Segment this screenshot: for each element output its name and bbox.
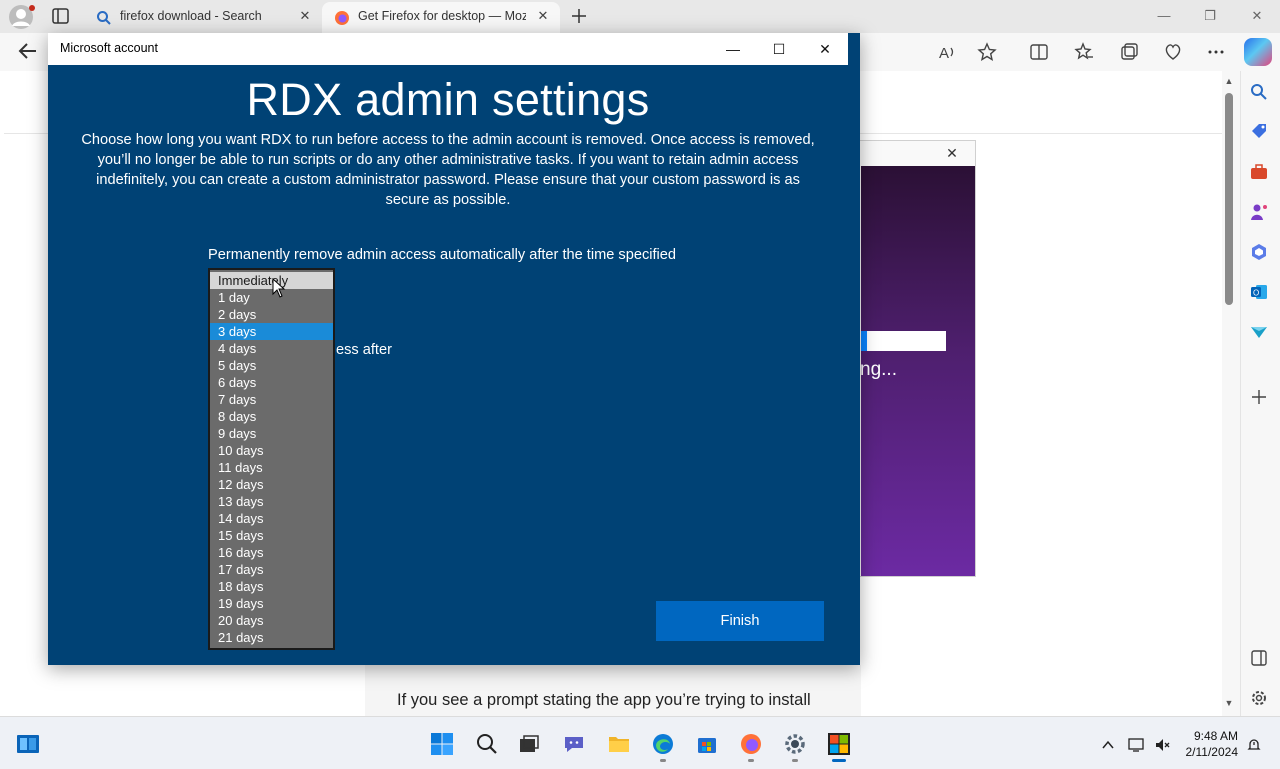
- svg-text:O: O: [1253, 289, 1259, 298]
- scrollbar-thumb[interactable]: [1225, 93, 1233, 305]
- notifications-bell-icon[interactable]: [1246, 737, 1262, 753]
- task-view-icon[interactable]: [517, 732, 541, 756]
- tab-firefox[interactable]: Get Firefox for desktop — Mozill ✕: [322, 2, 560, 33]
- collections-icon[interactable]: [1119, 42, 1139, 62]
- installer-status-text: ng...: [860, 359, 897, 380]
- browser-essentials-icon[interactable]: [1163, 42, 1183, 62]
- firefox-icon: [335, 11, 349, 25]
- dropdown-option[interactable]: 20 days: [210, 612, 333, 629]
- sidebar-games-icon[interactable]: [1249, 202, 1269, 222]
- dropdown-label: Permanently remove admin access automati…: [208, 247, 677, 263]
- edge-browser-icon[interactable]: [651, 732, 675, 756]
- network-display-icon[interactable]: [1128, 737, 1144, 753]
- dropdown-option[interactable]: 2 days: [210, 306, 333, 323]
- settings-running-indicator: [792, 759, 798, 762]
- taskbar: [0, 716, 1280, 769]
- firefox-taskbar-icon[interactable]: [739, 732, 763, 756]
- tab-actions-icon[interactable]: [50, 6, 72, 26]
- tab-title: Get Firefox for desktop — Mozill: [358, 9, 526, 23]
- dialog-close-button[interactable]: ✕: [816, 40, 834, 58]
- mouse-cursor-icon: [272, 278, 286, 298]
- profile-notification-dot: [29, 5, 35, 11]
- dropdown-option[interactable]: 16 days: [210, 544, 333, 561]
- dropdown-option[interactable]: 9 days: [210, 425, 333, 442]
- taskbar-search-icon[interactable]: [475, 732, 499, 756]
- more-options-icon[interactable]: [1206, 42, 1226, 62]
- new-tab-icon[interactable]: [569, 7, 589, 25]
- back-arrow-icon[interactable]: [16, 40, 40, 62]
- split-screen-icon[interactable]: [1029, 42, 1049, 62]
- active-app-indicator: [832, 759, 846, 762]
- microsoft-account-taskbar-icon[interactable]: [827, 732, 851, 756]
- page-title: RDX admin settings: [246, 74, 650, 125]
- edge-running-indicator: [660, 759, 666, 762]
- clock-date[interactable]: 2/11/2024: [1180, 745, 1239, 759]
- dropdown-option[interactable]: 21 days: [210, 629, 333, 646]
- article-text: If you see a prompt stating the app you’…: [397, 691, 811, 709]
- dropdown-option[interactable]: 6 days: [210, 374, 333, 391]
- window-close-button[interactable]: ✕: [1247, 6, 1267, 26]
- sidebar-microsoft365-icon[interactable]: [1249, 242, 1269, 262]
- tab-title: firefox download - Search: [120, 9, 262, 23]
- firefox-running-indicator: [748, 759, 754, 762]
- volume-muted-icon[interactable]: [1154, 737, 1170, 753]
- dropdown-option[interactable]: 11 days: [210, 459, 333, 476]
- file-explorer-icon[interactable]: [607, 732, 631, 756]
- copilot-icon[interactable]: [1244, 38, 1272, 66]
- dropdown-option[interactable]: 14 days: [210, 510, 333, 527]
- sidebar-add-icon[interactable]: [1249, 387, 1269, 407]
- dropdown-option[interactable]: 7 days: [210, 391, 333, 408]
- tray-chevron-up-icon[interactable]: [1100, 737, 1116, 753]
- sidebar-outlook-icon[interactable]: O: [1249, 282, 1269, 302]
- dropdown-option[interactable]: 17 days: [210, 561, 333, 578]
- svg-text:A: A: [939, 45, 949, 62]
- dropdown-option[interactable]: 19 days: [210, 595, 333, 612]
- scroll-down-arrow-icon[interactable]: ▼: [1223, 698, 1235, 708]
- microsoft-store-icon[interactable]: [695, 732, 719, 756]
- clock-time[interactable]: 9:48 AM: [1180, 729, 1238, 743]
- start-windows-icon[interactable]: [430, 732, 454, 756]
- sidebar-search-icon[interactable]: [1249, 82, 1269, 102]
- dropdown-option[interactable]: 18 days: [210, 578, 333, 595]
- sidebar-layout-icon[interactable]: [1249, 648, 1269, 668]
- installer-progress-fill: [861, 331, 867, 351]
- finish-button[interactable]: Finish: [656, 601, 824, 641]
- favorite-star-icon[interactable]: [977, 42, 997, 62]
- window-minimize-button[interactable]: —: [1154, 6, 1174, 26]
- dialog-maximize-button[interactable]: ☐: [770, 40, 788, 58]
- description-text: Choose how long you want RDX to run befo…: [81, 132, 815, 208]
- dropdown-option[interactable]: 4 days: [210, 340, 333, 357]
- dialog-window-title: Microsoft account: [60, 41, 158, 55]
- favorites-icon[interactable]: [1074, 42, 1094, 62]
- dropdown-option[interactable]: 3 days: [210, 323, 333, 340]
- widgets-icon[interactable]: [16, 732, 40, 756]
- sidebar-drop-icon[interactable]: [1249, 322, 1269, 342]
- sidebar-tools-icon[interactable]: [1249, 162, 1269, 182]
- teams-chat-icon[interactable]: [562, 732, 586, 756]
- sidebar-settings-gear-icon[interactable]: [1249, 688, 1269, 708]
- settings-gear-icon[interactable]: [783, 732, 807, 756]
- tab-search[interactable]: firefox download - Search ✕: [84, 2, 322, 33]
- dropdown-option[interactable]: 10 days: [210, 442, 333, 459]
- installer-progress-bar: [861, 331, 946, 351]
- tab-close-icon[interactable]: ✕: [536, 9, 550, 23]
- dialog-minimize-button[interactable]: —: [724, 40, 742, 58]
- search-icon: [97, 11, 111, 25]
- dropdown-option[interactable]: 8 days: [210, 408, 333, 425]
- window-restore-button[interactable]: ❐: [1200, 6, 1220, 26]
- installer-close-button[interactable]: ✕: [944, 145, 960, 161]
- dropdown-option[interactable]: 15 days: [210, 527, 333, 544]
- dropdown-option[interactable]: 5 days: [210, 357, 333, 374]
- sidebar-shopping-icon[interactable]: [1249, 122, 1269, 142]
- dropdown-option[interactable]: 13 days: [210, 493, 333, 510]
- read-aloud-icon[interactable]: A: [938, 42, 958, 62]
- tab-close-icon[interactable]: ✕: [298, 9, 312, 23]
- partial-label: ess after: [336, 342, 392, 358]
- dropdown-option[interactable]: 12 days: [210, 476, 333, 493]
- scroll-up-arrow-icon[interactable]: ▲: [1223, 76, 1235, 86]
